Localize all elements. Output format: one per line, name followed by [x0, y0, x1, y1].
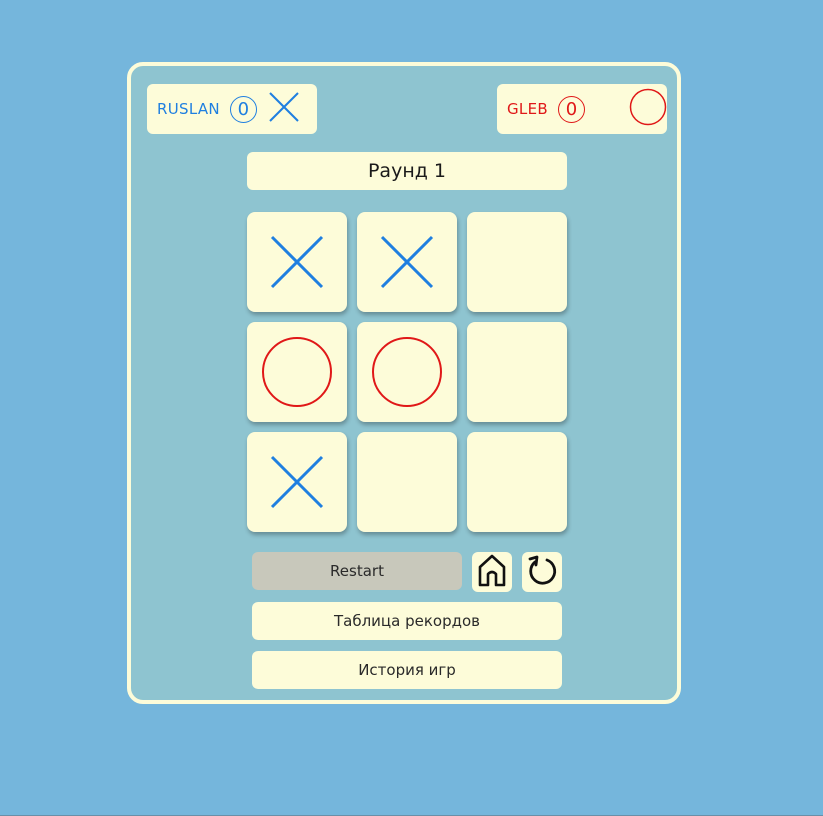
board-cell-8[interactable]: [357, 432, 457, 532]
o-mark-icon: [371, 336, 443, 408]
player-name: GLEB: [507, 100, 548, 118]
board-cell-9[interactable]: [467, 432, 567, 532]
player-card-ruslan: RUSLAN 0: [147, 84, 317, 134]
x-mark-icon: [270, 235, 324, 289]
player-card-gleb: GLEB 0: [497, 84, 667, 134]
board-cell-6[interactable]: [467, 322, 567, 422]
x-symbol-icon: [269, 92, 299, 126]
records-table-button[interactable]: Таблица рекордов: [252, 602, 562, 640]
o-symbol-icon: [629, 88, 667, 130]
restart-button[interactable]: Restart: [252, 552, 462, 590]
player-score: 0: [557, 95, 585, 123]
board-cell-5[interactable]: [357, 322, 457, 422]
board-cell-2[interactable]: [357, 212, 457, 312]
x-mark-icon: [270, 455, 324, 509]
game-board: [247, 212, 569, 534]
undo-button[interactable]: [522, 552, 562, 592]
board-cell-7[interactable]: [247, 432, 347, 532]
board-cell-3[interactable]: [467, 212, 567, 312]
board-cell-4[interactable]: [247, 322, 347, 422]
undo-icon: [526, 554, 558, 590]
player-score: 0: [229, 95, 257, 123]
board-cell-1[interactable]: [247, 212, 347, 312]
home-button[interactable]: [472, 552, 512, 592]
home-icon: [476, 553, 508, 591]
o-mark-icon: [261, 336, 333, 408]
player-name: RUSLAN: [157, 100, 220, 118]
x-mark-icon: [380, 235, 434, 289]
game-panel: RUSLAN 0 GLEB 0 Раунд 1 Restart Таблица …: [127, 62, 681, 704]
round-label: Раунд 1: [247, 152, 567, 190]
game-history-button[interactable]: История игр: [252, 651, 562, 689]
